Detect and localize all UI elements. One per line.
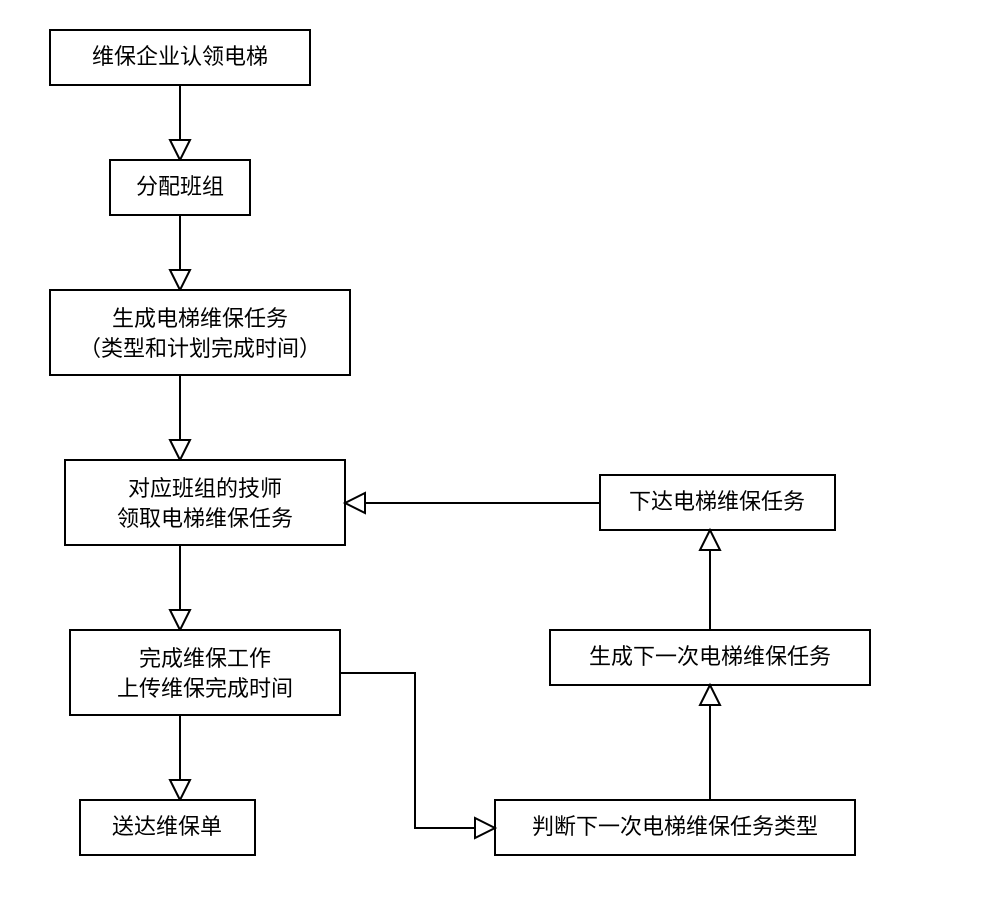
arrow-b3-b4-head [170,440,190,460]
arrow-b8-b9-head [700,530,720,550]
box-generate-task-label2: （类型和计划完成时间） [79,336,321,361]
arrow-b4-b5-head [170,610,190,630]
arrow-b5-b7 [340,673,475,828]
box-deliver-form-label: 送达维保单 [112,814,222,839]
arrow-b7-b8-head [700,685,720,705]
box-technician-receive-label2: 领取电梯维保任务 [117,506,293,531]
flowchart-diagram: 维保企业认领电梯 分配班组 生成电梯维保任务 （类型和计划完成时间） 对应班组的… [0,0,1000,907]
box-determine-next-type-label: 判断下一次电梯维保任务类型 [532,814,818,839]
box-generate-next-task-label: 生成下一次电梯维保任务 [589,644,831,669]
arrow-b5-b6-head [170,780,190,800]
arrow-b2-b3-head [170,270,190,290]
box-claim-elevator-label: 维保企业认领电梯 [92,44,268,69]
arrow-b9-b4-head [345,493,365,513]
box-complete-upload-label2: 上传维保完成时间 [117,676,293,701]
arrow-b5-b7-head [475,818,495,838]
box-generate-task [50,290,350,375]
box-generate-task-label1: 生成电梯维保任务 [112,306,288,331]
box-technician-receive [65,460,345,545]
box-assign-team-label: 分配班组 [136,174,224,199]
arrow-b1-b2-head [170,140,190,160]
box-complete-upload [70,630,340,715]
box-technician-receive-label1: 对应班组的技师 [128,476,282,501]
box-complete-upload-label1: 完成维保工作 [139,646,271,671]
box-issue-task-label: 下达电梯维保任务 [629,489,805,514]
